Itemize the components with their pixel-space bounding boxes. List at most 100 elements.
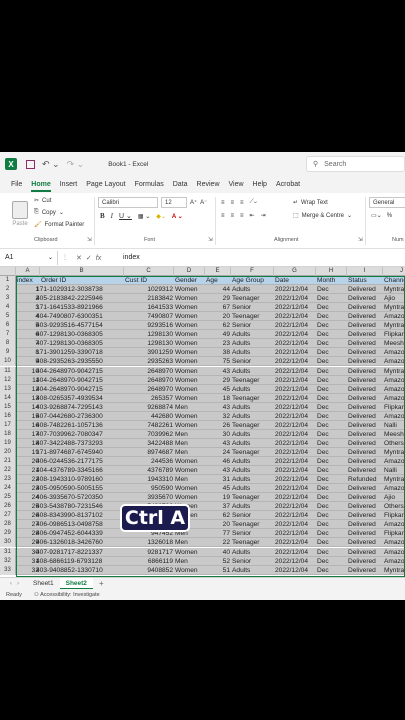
table-cell[interactable]: 24 bbox=[206, 448, 230, 457]
tab-review[interactable]: Review bbox=[197, 181, 220, 188]
table-cell[interactable]: 2022/12/04 bbox=[275, 385, 315, 394]
column-header-b[interactable]: B bbox=[40, 267, 124, 276]
table-cell[interactable]: 2648970 bbox=[125, 385, 173, 394]
align-right-icon[interactable]: ≡ bbox=[240, 213, 244, 219]
table-cell[interactable]: Men bbox=[175, 538, 204, 547]
table-cell[interactable]: Dec bbox=[317, 502, 346, 511]
table-cell[interactable]: 2022/12/04 bbox=[275, 285, 315, 294]
table-cell[interactable]: 403-9293516-4577154 bbox=[36, 321, 124, 330]
table-cell[interactable]: 46 bbox=[206, 457, 230, 466]
row-header[interactable]: 21 bbox=[0, 457, 16, 467]
table-cell[interactable]: 2022/12/04 bbox=[275, 439, 315, 448]
table-cell[interactable]: 62 bbox=[206, 321, 230, 330]
tab-formulas[interactable]: Formulas bbox=[135, 181, 164, 188]
table-cell[interactable]: Senior bbox=[232, 529, 273, 538]
table-cell[interactable]: 22 bbox=[206, 538, 230, 547]
table-cell[interactable]: Delivered bbox=[348, 303, 382, 312]
table-cell[interactable]: 43 bbox=[206, 367, 230, 376]
name-box[interactable]: A1 ⌄ bbox=[0, 250, 58, 265]
table-cell[interactable]: Delivered bbox=[348, 511, 382, 520]
font-name-select[interactable]: Calibri bbox=[98, 197, 158, 208]
table-row[interactable]: 10 404-2648970-9042715 2648970 Women 43 Adult… bbox=[16, 366, 405, 376]
table-cell[interactable]: 43 bbox=[206, 439, 230, 448]
table-cell[interactable]: Flipkart bbox=[384, 529, 405, 538]
table-cell[interactable]: Women bbox=[175, 357, 204, 366]
table-cell[interactable]: Dec bbox=[317, 493, 346, 502]
table-cell[interactable]: Adults bbox=[232, 430, 273, 439]
italic-button[interactable]: I bbox=[111, 212, 113, 220]
table-cell[interactable]: Dec bbox=[317, 421, 346, 430]
tab-acrobat[interactable]: Acrobat bbox=[276, 181, 300, 188]
table-cell[interactable]: 2022/12/04 bbox=[275, 321, 315, 330]
table-cell[interactable]: 405-2183842-2225946 bbox=[36, 294, 124, 303]
table-cell[interactable]: Ajio bbox=[384, 294, 405, 303]
table-cell[interactable]: Adults bbox=[232, 367, 273, 376]
table-cell[interactable]: 171-1029312-3038738 bbox=[36, 285, 124, 294]
table-cell[interactable]: Flipkart bbox=[384, 511, 405, 520]
table-cell[interactable]: Senior bbox=[232, 557, 273, 566]
table-cell[interactable]: 171-8974687-6745940 bbox=[36, 448, 124, 457]
table-cell[interactable]: 408-7482261-1057136 bbox=[36, 421, 124, 430]
table-cell[interactable]: 1943310 bbox=[125, 475, 173, 484]
fx-button[interactable]: ✕ ✓ fx bbox=[76, 254, 121, 262]
copy-button[interactable]: ⎘ Copy ⌄ bbox=[34, 209, 64, 216]
paste-button[interactable]: Paste bbox=[12, 201, 28, 227]
table-cell[interactable]: Delivered bbox=[348, 448, 382, 457]
table-cell[interactable]: 29 bbox=[206, 376, 230, 385]
table-cell[interactable]: 2022/12/04 bbox=[275, 421, 315, 430]
table-cell[interactable]: 2022/12/04 bbox=[275, 484, 315, 493]
row-header[interactable]: 4 bbox=[0, 303, 16, 313]
table-cell[interactable]: Amazon bbox=[384, 457, 405, 466]
table-cell[interactable]: Dec bbox=[317, 566, 346, 575]
table-cell[interactable]: 52 bbox=[206, 557, 230, 566]
currency-icon[interactable]: ▭⌄ bbox=[371, 212, 382, 219]
bold-button[interactable]: B bbox=[100, 212, 105, 220]
table-cell[interactable]: Amazon bbox=[384, 312, 405, 321]
table-cell[interactable]: Adults bbox=[232, 439, 273, 448]
table-cell[interactable]: 44 bbox=[206, 285, 230, 294]
worksheet-grid[interactable]: ABCDEFGHIJ index Order ID Cust ID Gender Age… bbox=[0, 267, 405, 577]
tab-home[interactable]: Home bbox=[31, 181, 52, 192]
table-cell[interactable]: Delivered bbox=[348, 394, 382, 403]
sheet-tab-sheet1[interactable]: Sheet1 bbox=[27, 578, 60, 590]
table-cell[interactable]: 29 bbox=[206, 294, 230, 303]
table-cell[interactable]: Teenager bbox=[232, 394, 273, 403]
table-cell[interactable]: Delivered bbox=[348, 321, 382, 330]
table-cell[interactable]: Women bbox=[175, 339, 204, 348]
table-cell[interactable]: Delivered bbox=[348, 484, 382, 493]
table-cell[interactable]: Dec bbox=[317, 367, 346, 376]
row-header[interactable]: 17 bbox=[0, 420, 16, 430]
table-row[interactable]: 19 171-8974687-6745940 8974687 Men 24 Teenage… bbox=[16, 447, 405, 457]
row-header[interactable]: 3 bbox=[0, 294, 16, 304]
table-cell[interactable]: Dec bbox=[317, 511, 346, 520]
table-cell[interactable]: Myntra bbox=[384, 285, 405, 294]
table-cell[interactable]: 77 bbox=[206, 529, 230, 538]
table-cell[interactable]: 408-1943310-9789160 bbox=[36, 475, 124, 484]
table-cell[interactable]: Men bbox=[175, 430, 204, 439]
table-row[interactable]: 18 407-3422488-7373293 3422488 Men 43 Adults 2… bbox=[16, 438, 405, 448]
table-cell[interactable]: Delivered bbox=[348, 367, 382, 376]
table-cell[interactable]: 6866119 bbox=[125, 557, 173, 566]
table-cell[interactable]: Flipkart bbox=[384, 330, 405, 339]
table-cell[interactable]: 2022/12/04 bbox=[275, 394, 315, 403]
table-cell[interactable]: 406-1326018-3426760 bbox=[36, 538, 124, 547]
table-cell[interactable]: 407-0442680-2736300 bbox=[36, 412, 124, 421]
table-cell[interactable]: Adults bbox=[232, 548, 273, 557]
row-header[interactable]: 15 bbox=[0, 402, 16, 412]
table-cell[interactable]: Others bbox=[384, 502, 405, 511]
table-cell[interactable]: 406-0244536-2177175 bbox=[36, 457, 124, 466]
column-header-i[interactable]: I bbox=[347, 267, 383, 276]
table-row[interactable]: 25403-5438780-72315465438780Women37Adult… bbox=[16, 502, 405, 512]
table-row[interactable]: 30 407-9281717-8221337 9281717 Women 40 Adult… bbox=[16, 547, 405, 557]
table-cell[interactable]: Delivered bbox=[348, 376, 382, 385]
table-cell[interactable]: 2022/12/04 bbox=[275, 520, 315, 529]
table-cell[interactable]: Meesho bbox=[384, 430, 405, 439]
table-cell[interactable]: 2022/12/04 bbox=[275, 312, 315, 321]
row-header[interactable]: 10 bbox=[0, 357, 16, 367]
column-title-cell[interactable]: Status bbox=[348, 276, 382, 285]
table-cell[interactable]: Amazon bbox=[384, 484, 405, 493]
column-title-cell[interactable]: Order ID bbox=[41, 276, 123, 285]
table-cell[interactable]: 4376789 bbox=[125, 466, 173, 475]
table-cell[interactable]: 2022/12/04 bbox=[275, 511, 315, 520]
table-cell[interactable]: Dec bbox=[317, 529, 346, 538]
